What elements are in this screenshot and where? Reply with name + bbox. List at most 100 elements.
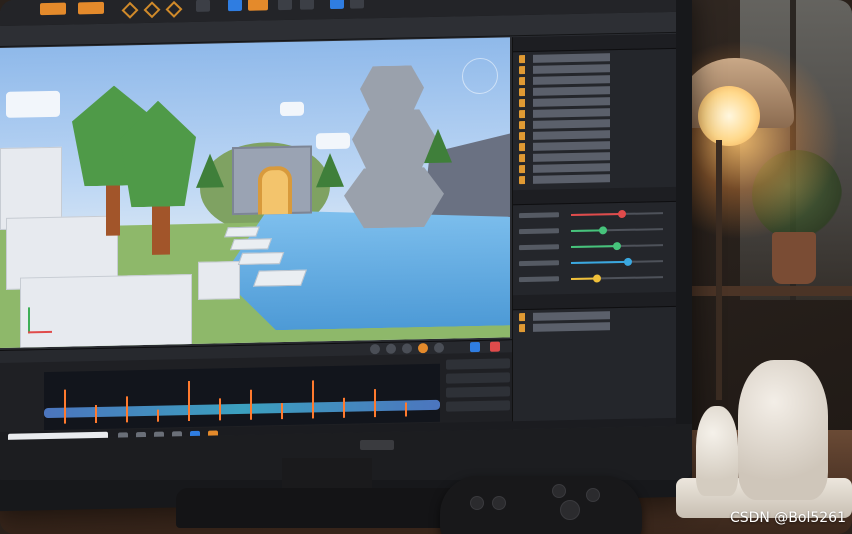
toolbar-button[interactable]: [78, 1, 104, 15]
timeline-control-button[interactable]: [402, 343, 412, 354]
figurine-large: [738, 360, 828, 500]
controller-stick: [560, 500, 580, 520]
move-tool-icon[interactable]: [121, 1, 139, 19]
slider-knob[interactable]: [592, 274, 601, 283]
timeline-property-row[interactable]: [446, 372, 510, 384]
timeline-control-button[interactable]: [490, 341, 500, 352]
path-stone: [224, 226, 260, 238]
hierarchy-header: [513, 33, 676, 53]
hierarchy-item[interactable]: [519, 150, 671, 163]
lamp-pole: [716, 140, 722, 400]
hierarchy-item[interactable]: [519, 51, 671, 64]
plant-pot: [772, 232, 816, 284]
timeline-property-row[interactable]: [446, 358, 510, 370]
rock-block: [20, 273, 192, 349]
timeline-properties: [446, 354, 510, 425]
timeline-keyframe: [405, 402, 407, 417]
hierarchy-item[interactable]: [519, 117, 671, 130]
property-slider[interactable]: [519, 272, 671, 285]
timeline-keyframe: [374, 389, 376, 418]
properties-header: [513, 186, 676, 206]
toolbar-button[interactable]: [40, 2, 66, 16]
toolbar-button[interactable]: [248, 0, 268, 11]
toolbar-button[interactable]: [350, 0, 364, 9]
toolbar-button[interactable]: [278, 0, 292, 11]
settings-header: [513, 291, 676, 311]
timeline-property-row[interactable]: [446, 400, 510, 412]
slider-fill: [571, 212, 622, 217]
pine-tree: [424, 128, 452, 164]
slider-label: [519, 260, 559, 267]
slider-list: [513, 208, 676, 285]
path-stone: [253, 269, 307, 287]
settings-row[interactable]: [519, 320, 671, 333]
hierarchy-item[interactable]: [519, 106, 671, 119]
cloud: [280, 101, 304, 117]
timeline-control-button[interactable]: [470, 341, 480, 353]
property-slider[interactable]: [519, 224, 671, 237]
hierarchy-item[interactable]: [519, 62, 671, 75]
hierarchy-item[interactable]: [519, 139, 671, 152]
timeline-keyframe: [219, 398, 221, 421]
watermark-text: CSDN @Bol5261: [729, 510, 846, 526]
hierarchy-item[interactable]: [519, 128, 671, 141]
timeline-keyframe: [188, 381, 190, 422]
timeline-control-button[interactable]: [370, 344, 380, 355]
timeline-keyframe: [343, 397, 345, 418]
hierarchy-item[interactable]: [519, 172, 671, 185]
boulder: [360, 65, 424, 116]
slider-label: [519, 244, 559, 251]
rock-block: [198, 260, 240, 300]
hierarchy-item[interactable]: [519, 84, 671, 97]
pine-tree: [316, 152, 344, 188]
hierarchy-item[interactable]: [519, 95, 671, 108]
toolbar-button[interactable]: [300, 0, 314, 10]
toolbar-button[interactable]: [330, 0, 344, 10]
slider-label: [519, 228, 559, 235]
scene-viewport[interactable]: [0, 37, 510, 349]
slider-fill: [571, 260, 629, 265]
photo-scene: CSDN @Bol5261: [0, 0, 852, 534]
gate-arch: [258, 165, 292, 215]
controller-button: [470, 496, 484, 510]
axis-icon: [28, 307, 30, 334]
timeline-keyframe: [64, 389, 66, 424]
controller-button: [552, 484, 566, 498]
slider-label: [519, 276, 559, 283]
game-controller: [440, 476, 642, 534]
timeline-control-button[interactable]: [386, 343, 396, 354]
property-slider[interactable]: [519, 240, 671, 253]
controller-button: [492, 496, 506, 510]
slider-knob[interactable]: [613, 241, 621, 251]
slider-knob[interactable]: [599, 226, 608, 235]
toolbar-button[interactable]: [196, 0, 210, 12]
slider-knob[interactable]: [617, 209, 626, 219]
cloud: [316, 132, 350, 150]
timeline-keyframe: [95, 404, 97, 424]
pine-tree: [196, 153, 224, 188]
inspector-panel: [512, 33, 676, 430]
shelf: [690, 286, 852, 296]
property-slider[interactable]: [519, 256, 671, 269]
timeline-keyframe: [157, 409, 159, 422]
rotate-tool-icon[interactable]: [143, 1, 161, 19]
timeline-track[interactable]: [44, 363, 440, 431]
tree-trunk: [152, 200, 170, 255]
timeline-control-button[interactable]: [434, 342, 444, 353]
gizmo-icon[interactable]: [462, 57, 498, 95]
hierarchy-item[interactable]: [519, 161, 671, 174]
slider-label: [519, 212, 559, 219]
figurine-small: [696, 406, 738, 496]
monitor-logo: [360, 440, 394, 450]
play-icon[interactable]: [228, 0, 242, 12]
slider-knob[interactable]: [624, 257, 633, 266]
property-slider[interactable]: [519, 208, 671, 221]
record-button[interactable]: [418, 343, 428, 354]
monitor-stand-base: [176, 488, 476, 528]
settings-row[interactable]: [519, 309, 671, 322]
timeline-property-row[interactable]: [446, 386, 510, 398]
audio-waveform: [44, 399, 440, 419]
hierarchy-item[interactable]: [519, 73, 671, 86]
scale-tool-icon[interactable]: [165, 0, 183, 18]
controller-button: [586, 488, 600, 502]
